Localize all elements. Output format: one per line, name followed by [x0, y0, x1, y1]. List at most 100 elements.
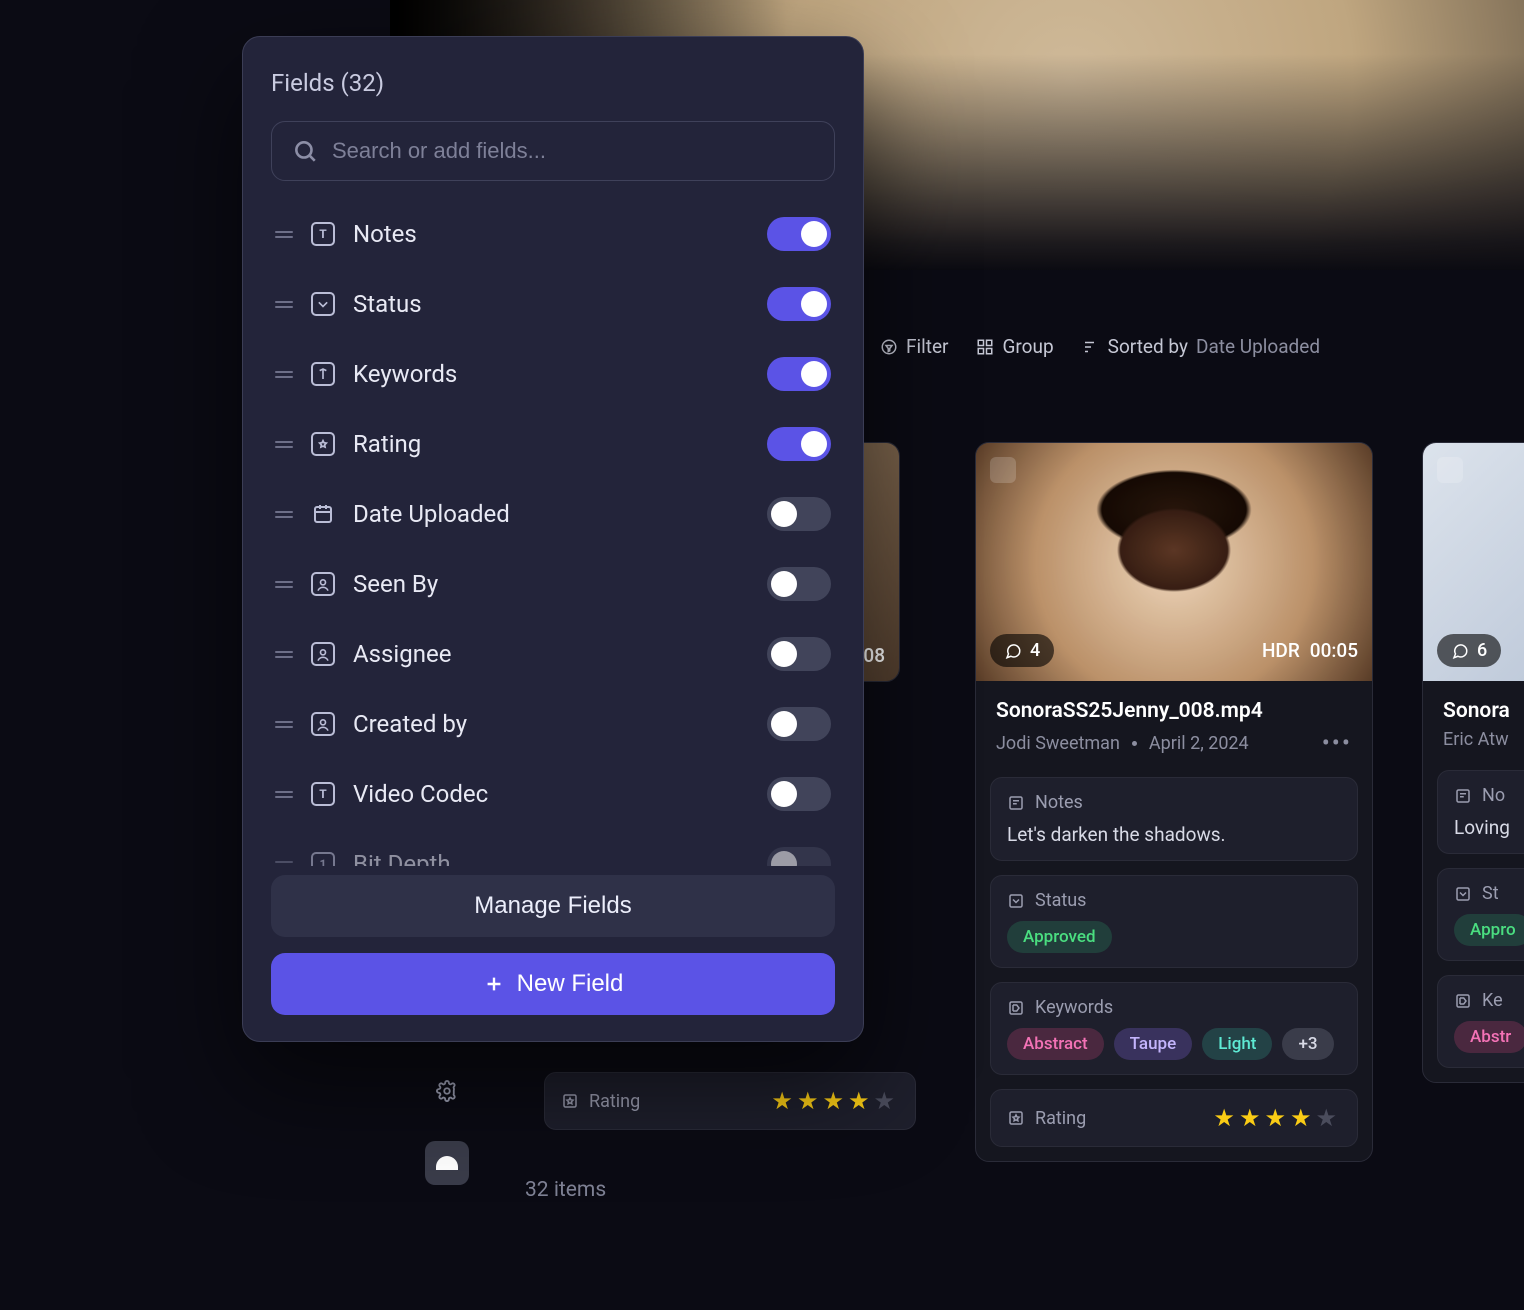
- notes-text: Loving: [1454, 816, 1524, 839]
- rating-block[interactable]: Rating ★★★★★: [990, 1089, 1358, 1147]
- separator-dot: [1132, 741, 1137, 746]
- field-row[interactable]: Assignee: [271, 623, 835, 685]
- field-row[interactable]: Date Uploaded: [271, 483, 835, 545]
- keywords-block[interactable]: Keywords Abstract Taupe Light +3: [990, 982, 1358, 1075]
- field-row[interactable]: Created by: [271, 693, 835, 755]
- drag-handle-icon[interactable]: [275, 441, 293, 448]
- notch-icon: [436, 1156, 458, 1170]
- field-type-icon: T: [311, 222, 335, 246]
- sort-value: Date Uploaded: [1196, 335, 1320, 358]
- field-label: Rating: [353, 430, 749, 458]
- keywords-label: Keywords: [1035, 997, 1113, 1018]
- new-field-button[interactable]: New Field: [271, 953, 835, 1015]
- asset-author: Jodi Sweetman: [996, 733, 1120, 754]
- field-label: Seen By: [353, 570, 749, 598]
- asset-title: Sonora: [1443, 699, 1524, 723]
- status-block[interactable]: St Appro: [1437, 868, 1524, 961]
- drag-handle-icon[interactable]: [275, 651, 293, 658]
- comments-chip[interactable]: 4: [990, 634, 1054, 667]
- field-row[interactable]: TVideo Codec: [271, 763, 835, 825]
- search-icon: [292, 138, 318, 164]
- filter-button[interactable]: Filter: [880, 335, 948, 358]
- keyword-pill[interactable]: Abstract: [1007, 1028, 1104, 1060]
- field-row[interactable]: Seen By: [271, 553, 835, 615]
- group-button[interactable]: Group: [976, 335, 1053, 358]
- field-toggle[interactable]: [767, 287, 831, 321]
- rail-active-icon[interactable]: [425, 1141, 469, 1185]
- rating-label: Rating: [589, 1091, 640, 1112]
- field-toggle[interactable]: [767, 847, 831, 866]
- field-type-icon: [311, 642, 335, 666]
- manage-fields-button[interactable]: Manage Fields: [271, 875, 835, 937]
- field-row[interactable]: TNotes: [271, 203, 835, 265]
- rating-stars: ★★★★★: [1213, 1104, 1341, 1132]
- field-toggle[interactable]: [767, 637, 831, 671]
- field-type-icon: [311, 502, 335, 526]
- field-toggle[interactable]: [767, 777, 831, 811]
- keywords-block[interactable]: Ke Abstr: [1437, 975, 1524, 1068]
- comments-count: 4: [1030, 640, 1040, 661]
- field-label: Created by: [353, 710, 749, 738]
- drag-handle-icon[interactable]: [275, 231, 293, 238]
- asset-thumbnail[interactable]: 6: [1423, 443, 1524, 681]
- drag-handle-icon[interactable]: [275, 371, 293, 378]
- status-pill: Appro: [1454, 914, 1524, 946]
- notes-block[interactable]: Notes Let's darken the shadows.: [990, 777, 1358, 861]
- drag-handle-icon[interactable]: [275, 861, 293, 867]
- fields-list: TNotes Status Keywords Rating Date Uploaded S…: [243, 193, 863, 866]
- field-type-icon: [311, 432, 335, 456]
- asset-title: SonoraSS25Jenny_008.mp4: [996, 699, 1352, 723]
- drag-handle-icon[interactable]: [275, 511, 293, 518]
- drag-handle-icon[interactable]: [275, 721, 293, 728]
- new-field-label: New Field: [517, 970, 624, 998]
- plus-icon: [483, 973, 505, 995]
- comments-chip[interactable]: 6: [1437, 634, 1501, 667]
- field-label: Keywords: [353, 360, 749, 388]
- keyword-pill[interactable]: Taupe: [1114, 1028, 1193, 1060]
- filter-label: Filter: [906, 335, 948, 358]
- asset-date: April 2, 2024: [1149, 733, 1249, 754]
- drag-handle-icon[interactable]: [275, 791, 293, 798]
- field-toggle[interactable]: [767, 567, 831, 601]
- rating-stars: ★★★★★: [771, 1087, 899, 1115]
- field-label: Video Codec: [353, 780, 749, 808]
- keyword-overflow-pill[interactable]: +3: [1282, 1028, 1333, 1060]
- search-input[interactable]: [332, 138, 814, 164]
- field-type-icon: 1: [311, 852, 335, 866]
- field-toggle[interactable]: [767, 427, 831, 461]
- field-toggle[interactable]: [767, 497, 831, 531]
- asset-card-rating-peek: Rating ★★★★★: [530, 1072, 930, 1144]
- status-block[interactable]: Status Approved: [990, 875, 1358, 968]
- card-more-icon[interactable]: •••: [1322, 729, 1352, 757]
- status-label: Status: [1035, 890, 1086, 911]
- fields-panel: Fields (32) TNotesStatusKeywordsRatingDa…: [242, 36, 864, 1042]
- drag-handle-icon[interactable]: [275, 581, 293, 588]
- field-row[interactable]: Keywords: [271, 343, 835, 405]
- asset-card[interactable]: 6 Sonora Eric Atw No Loving St Appro Ke …: [1422, 442, 1524, 1083]
- field-type-icon: [311, 292, 335, 316]
- field-row[interactable]: Rating: [271, 413, 835, 475]
- field-row[interactable]: 1Bit Depth: [271, 833, 835, 866]
- view-toolbar: Filter Group Sorted by Date Uploaded: [880, 335, 1320, 358]
- field-row[interactable]: Status: [271, 273, 835, 335]
- fields-search[interactable]: [271, 121, 835, 181]
- field-type-icon: [311, 572, 335, 596]
- group-label: Group: [1002, 335, 1053, 358]
- asset-thumbnail[interactable]: 4 HDR 00:05: [976, 443, 1372, 681]
- hdr-badge: HDR: [1262, 639, 1300, 662]
- asset-card[interactable]: 4 HDR 00:05 SonoraSS25Jenny_008.mp4 Jodi…: [975, 442, 1373, 1162]
- keyword-pill[interactable]: Abstr: [1454, 1021, 1524, 1053]
- field-toggle[interactable]: [767, 707, 831, 741]
- field-toggle[interactable]: [767, 217, 831, 251]
- notes-block[interactable]: No Loving: [1437, 770, 1524, 854]
- sort-button[interactable]: Sorted by Date Uploaded: [1082, 335, 1320, 358]
- drag-handle-icon[interactable]: [275, 301, 293, 308]
- sort-prefix: Sorted by: [1108, 335, 1188, 358]
- rail-settings-icon[interactable]: [425, 1069, 469, 1113]
- keyword-pill[interactable]: Light: [1202, 1028, 1272, 1060]
- select-checkbox[interactable]: [1437, 457, 1463, 483]
- select-checkbox[interactable]: [990, 457, 1016, 483]
- asset-author: Eric Atw: [1443, 729, 1509, 750]
- field-toggle[interactable]: [767, 357, 831, 391]
- duration-label: 00:05: [1310, 639, 1358, 662]
